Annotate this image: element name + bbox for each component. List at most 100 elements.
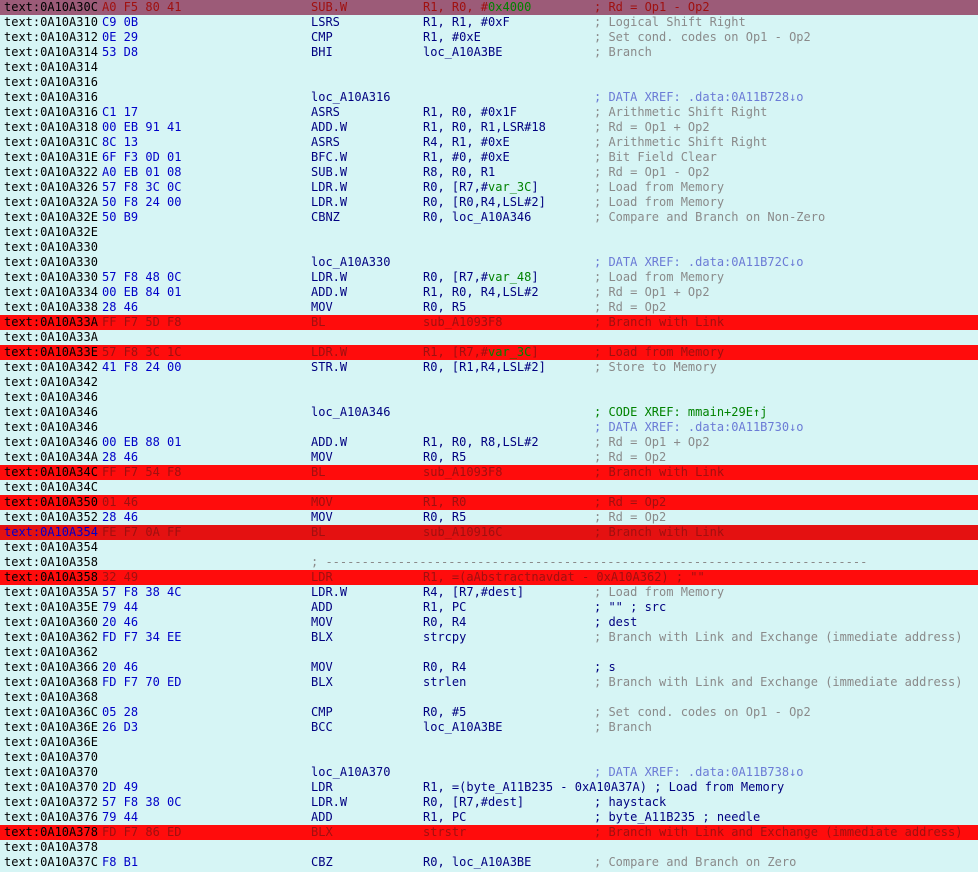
row-mnemonic: ASRS (311, 135, 340, 149)
listing-row[interactable]: text:0A10A316 loc_A10A316 ; DATA XREF: .da… (0, 90, 978, 105)
row-mnemonic: MOV (311, 510, 333, 524)
listing-row[interactable]: text:0A10A326 57 F8 3C 0C LDR.W R0, [R7,#va… (0, 180, 978, 195)
listing-row[interactable]: text:0A10A36C 05 28 CMP R0, #5 ; Set cond. c… (0, 705, 978, 720)
listing-row[interactable]: text:0A10A32A 50 F8 24 00 LDR.W R0, [R0,R4,… (0, 195, 978, 210)
listing-row[interactable]: text:0A10A366 20 46 MOV R0, R4 ; s (0, 660, 978, 675)
listing-row[interactable]: text:0A10A34A 28 46 MOV R0, R5 ; Rd = Op2 (0, 450, 978, 465)
listing-row[interactable]: text:0A10A370 loc_A10A370 ; DATA XREF: .da… (0, 765, 978, 780)
listing-row[interactable]: text:0A10A354 FE F7 0A FF BL sub_A10916C ; B… (0, 525, 978, 540)
row-address: text:0A10A34C (4, 480, 98, 494)
row-mnemonic: BLX (311, 675, 333, 689)
row-bytes: 28 46 (102, 450, 139, 464)
row-bytes: 26 D3 (102, 720, 139, 734)
listing-row[interactable]: text:0A10A36E (0, 735, 978, 750)
listing-row[interactable]: text:0A10A370 (0, 750, 978, 765)
row-address: text:0A10A362 (4, 630, 98, 644)
listing-row[interactable]: text:0A10A35A 57 F8 38 4C LDR.W R4, [R7,#de… (0, 585, 978, 600)
listing-row[interactable]: text:0A10A34C FF F7 54 F8 BL sub_A1093F8 ; B… (0, 465, 978, 480)
listing-row[interactable]: text:0A10A368 (0, 690, 978, 705)
listing-row[interactable]: text:0A10A342 (0, 375, 978, 390)
row-bytes: 50 B9 (102, 210, 139, 224)
listing-row[interactable]: text:0A10A334 00 EB 84 01 ADD.W R1, R0, R4,… (0, 285, 978, 300)
listing-row[interactable]: text:0A10A346 00 EB 88 01 ADD.W R1, R0, R8,… (0, 435, 978, 450)
row-comment: ; DATA XREF: .data:0A11B72C↓o (594, 255, 804, 269)
row-address: text:0A10A33A (4, 330, 98, 344)
listing-row[interactable]: text:0A10A37C F8 B1 CBZ R0, loc_A10A3BE ; Co… (0, 855, 978, 870)
row-operands: R0, [R7,#dest] (423, 795, 525, 809)
listing-row[interactable]: text:0A10A370 2D 49 LDR R1, =(byte_A11B235 … (0, 780, 978, 795)
row-mnemonic: SUB.W (311, 0, 348, 14)
row-comment: ; "" ; src (594, 600, 667, 614)
row-address: text:0A10A322 (4, 165, 98, 179)
row-comment: ; DATA XREF: .data:0A11B730↓o (594, 420, 804, 434)
listing-row[interactable]: text:0A10A33E 57 F8 3C 1C LDR.W R1, [R7,#va… (0, 345, 978, 360)
listing-row[interactable]: text:0A10A36E 26 D3 BCC loc_A10A3BE ; Branch (0, 720, 978, 735)
row-mnemonic: BL (311, 465, 326, 479)
row-operands: R1, =(byte_A11B235 - 0xA10A37A) ; Load f… (423, 780, 785, 794)
row-separator: ; --------------------------------------… (311, 555, 868, 569)
listing-row[interactable]: text:0A10A378 (0, 840, 978, 855)
row-address: text:0A10A346 (4, 390, 98, 404)
row-mnemonic: BL (311, 525, 326, 539)
listing-row[interactable]: text:0A10A310 C9 0B LSRS R1, R1, #0xF ; Logi… (0, 15, 978, 30)
listing-row[interactable]: text:0A10A314 53 D8 BHI loc_A10A3BE ; Branch (0, 45, 978, 60)
listing-row[interactable]: text:0A10A35E 79 44 ADD R1, PC ; "" ; src (0, 600, 978, 615)
listing-row[interactable]: text:0A10A322 A0 EB 01 08 SUB.W R8, R0, R1;… (0, 165, 978, 180)
listing-row[interactable]: text:0A10A31C 8C 13 ASRS R4, R1, #0xE ; Arit… (0, 135, 978, 150)
listing-row[interactable]: text:0A10A362 FD F7 34 EE BLX strcpy ; Branc… (0, 630, 978, 645)
row-operands: R1, #0, #0xE (423, 150, 510, 164)
listing-row[interactable]: text:0A10A32E (0, 225, 978, 240)
row-mnemonic: MOV (311, 615, 333, 629)
listing-row[interactable]: text:0A10A346 loc_A10A346 ; CODE XREF: mma… (0, 405, 978, 420)
listing-row[interactable]: text:0A10A318 00 EB 91 41 ADD.W R1, R0, R1,… (0, 120, 978, 135)
row-bytes: FF F7 5D F8 (102, 315, 182, 329)
listing-row[interactable]: text:0A10A372 57 F8 38 0C LDR.W R0, [R7,#de… (0, 795, 978, 810)
row-mnemonic: LDR (311, 780, 333, 794)
listing-row[interactable]: text:0A10A358 ; -------------------------… (0, 555, 978, 570)
row-address: text:0A10A378 (4, 825, 98, 839)
listing-row[interactable]: text:0A10A330 57 F8 48 0C LDR.W R0, [R7,#va… (0, 270, 978, 285)
row-bytes: 8C 13 (102, 135, 139, 149)
listing-row[interactable]: text:0A10A378 FD F7 86 ED BLX strstr ; Branc… (0, 825, 978, 840)
row-mnemonic: MOV (311, 495, 333, 509)
listing-row[interactable]: text:0A10A34C (0, 480, 978, 495)
row-operands: R1, R0, R8,LSL#2 (423, 435, 539, 449)
listing-row[interactable]: text:0A10A346 ; DATA XREF: .data:0A11B730… (0, 420, 978, 435)
listing-row[interactable]: text:0A10A314 (0, 60, 978, 75)
listing-row[interactable]: text:0A10A342 41 F8 24 00 STR.W R0, [R1,R4,… (0, 360, 978, 375)
listing-row[interactable]: text:0A10A312 0E 29 CMP R1, #0xE ; Set cond.… (0, 30, 978, 45)
listing-row[interactable]: text:0A10A358 32 49 LDR R1, =(aAbstractnavd… (0, 570, 978, 585)
row-comment: ; Rd = Op2 (594, 450, 667, 464)
listing-row[interactable]: text:0A10A376 79 44 ADD R1, PC ; byte_A11B23… (0, 810, 978, 825)
listing-row[interactable]: text:0A10A32E 50 B9 CBNZ R0, loc_A10A346 ; C… (0, 210, 978, 225)
row-operands: R1, =(aAbstractnavdat - 0xA10A362) ; "" (423, 570, 705, 584)
row-address: text:0A10A34C (4, 465, 98, 479)
listing-row[interactable]: text:0A10A350 01 46 MOV R1, R0 ; Rd = Op2 (0, 495, 978, 510)
row-operands: loc_A10A3BE (423, 720, 503, 734)
disassembly-listing[interactable]: text:0A10A30C A0 F5 80 41 SUB.W R1, R0, #0x… (0, 0, 978, 872)
listing-row[interactable]: text:0A10A354 (0, 540, 978, 555)
row-address: text:0A10A354 (4, 540, 98, 554)
row-comment: ; dest (594, 615, 638, 629)
row-operands: strlen (423, 675, 467, 689)
listing-row[interactable]: text:0A10A330 (0, 240, 978, 255)
listing-row[interactable]: text:0A10A316 (0, 75, 978, 90)
listing-row[interactable]: text:0A10A362 (0, 645, 978, 660)
row-address: text:0A10A310 (4, 15, 98, 29)
row-mnemonic: MOV (311, 450, 333, 464)
row-operands: R0, [R0,R4,LSL#2] (423, 195, 546, 209)
listing-row[interactable]: text:0A10A30C A0 F5 80 41 SUB.W R1, R0, #0x… (0, 0, 978, 15)
listing-row[interactable]: text:0A10A31E 6F F3 0D 01 BFC.W R1, #0, #0x… (0, 150, 978, 165)
listing-row[interactable]: text:0A10A330 loc_A10A330 ; DATA XREF: .da… (0, 255, 978, 270)
listing-row[interactable]: text:0A10A346 (0, 390, 978, 405)
listing-row[interactable]: text:0A10A338 28 46 MOV R0, R5 ; Rd = Op2 (0, 300, 978, 315)
row-comment: ; Load from Memory (594, 270, 725, 284)
listing-row[interactable]: text:0A10A316 C1 17 ASRS R1, R0, #0x1F ; Ari… (0, 105, 978, 120)
listing-row[interactable]: text:0A10A360 20 46 MOV R0, R4 ; dest (0, 615, 978, 630)
listing-row[interactable]: text:0A10A33A FF F7 5D F8 BL sub_A1093F8 ; B… (0, 315, 978, 330)
listing-row[interactable]: text:0A10A33A (0, 330, 978, 345)
row-mnemonic: BL (311, 315, 326, 329)
listing-row[interactable]: text:0A10A368 FD F7 70 ED BLX strlen ; Branc… (0, 675, 978, 690)
listing-row[interactable]: text:0A10A352 28 46 MOV R0, R5 ; Rd = Op2 (0, 510, 978, 525)
row-address: text:0A10A316 (4, 75, 98, 89)
